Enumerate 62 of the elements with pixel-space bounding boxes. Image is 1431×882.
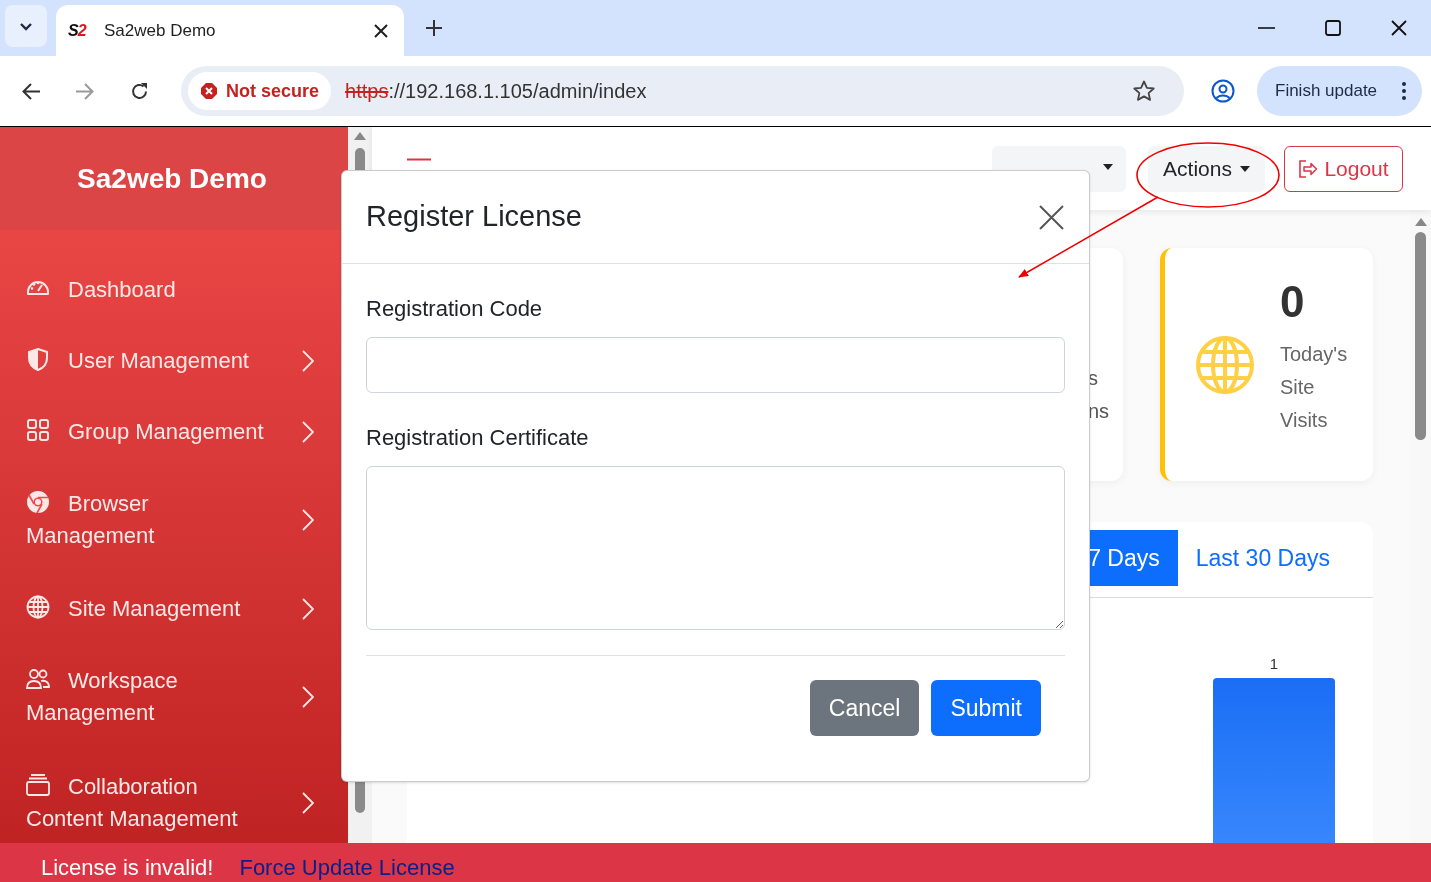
dialog-title: Register License — [366, 199, 582, 235]
caret-icon — [1239, 165, 1250, 172]
close-window-icon[interactable] — [1391, 20, 1407, 36]
scrollbar-thumb[interactable] — [1415, 232, 1426, 440]
grid-icon — [26, 417, 50, 442]
sidebar-link[interactable]: Workspace Management — [26, 665, 266, 729]
chevron-right-icon[interactable] — [302, 349, 314, 372]
brand-title: Sa2web Demo — [77, 161, 267, 196]
logout-button[interactable]: Logout — [1284, 145, 1403, 192]
sidebar-link[interactable]: Site Management — [26, 590, 241, 627]
forward-icon[interactable] — [75, 82, 94, 100]
chevron-right-icon[interactable] — [302, 420, 314, 443]
code-input[interactable] — [366, 337, 1065, 393]
chevron-right-icon[interactable] — [302, 509, 314, 531]
back-icon[interactable] — [22, 82, 41, 100]
url-scheme: https — [345, 79, 389, 104]
url-text: ://192.168.1.105/admin/index — [388, 79, 647, 104]
stat-value: 0 — [1280, 276, 1306, 328]
bar-value: 1 — [1269, 656, 1279, 672]
browser-tab[interactable]: S2 Sa2web Demo — [56, 5, 404, 56]
favicon: S2 — [68, 20, 88, 41]
star-icon[interactable] — [1133, 80, 1155, 102]
chevron-right-icon[interactable] — [302, 597, 314, 620]
sidebar-link[interactable]: User Management — [26, 342, 249, 379]
range-tab[interactable]: Last 30 Days — [1195, 530, 1330, 586]
globe-icon — [26, 594, 50, 619]
chevron-right-icon[interactable] — [302, 686, 314, 708]
scroll-up-icon[interactable] — [354, 132, 366, 140]
security-chip[interactable]: Not secure — [188, 72, 332, 110]
stat-label: Today's Site Visits — [1280, 342, 1349, 433]
actions-dropdown[interactable]: Actions — [1148, 145, 1265, 192]
more-icon[interactable] — [1402, 82, 1406, 100]
caret-icon — [1103, 163, 1113, 170]
maximize-icon[interactable] — [1325, 20, 1341, 36]
field-label: Registration Code — [366, 295, 544, 323]
field-label: Registration Certificate — [366, 424, 590, 452]
globe-icon — [1195, 334, 1255, 395]
cancel-button[interactable]: Cancel — [809, 680, 920, 736]
chevron-down-icon — [19, 21, 33, 31]
chevron-right-icon[interactable] — [302, 792, 314, 814]
people-icon — [26, 667, 50, 691]
sidebar-link[interactable]: Browser Management — [26, 488, 266, 552]
finish-update-button[interactable]: Finish update — [1257, 66, 1422, 116]
license-message: License is invalid! — [41, 854, 214, 882]
address-bar[interactable]: Not secure https://192.168.1.105/admin/index — [181, 66, 1184, 116]
logout-icon — [1298, 159, 1319, 178]
sidebar-link[interactable]: Group Management — [26, 413, 264, 450]
scroll-up-icon[interactable] — [1414, 218, 1427, 226]
close-icon[interactable] — [1039, 204, 1064, 230]
force-update-link[interactable]: Force Update License — [239, 854, 455, 882]
close-icon[interactable] — [374, 23, 388, 38]
sidebar-link[interactable]: Dashboard — [26, 271, 176, 308]
profile-icon[interactable] — [1211, 79, 1235, 103]
aperture-icon — [26, 490, 50, 514]
reload-icon[interactable] — [130, 81, 149, 101]
submit-button[interactable]: Submit — [931, 680, 1041, 736]
new-tab-icon[interactable] — [426, 20, 442, 36]
error-icon — [200, 82, 218, 100]
sidebar-link[interactable]: Collaboration Content Management — [26, 771, 266, 835]
tray-icon — [26, 773, 50, 797]
shield-icon — [26, 346, 50, 371]
tab-title: Sa2web Demo — [104, 19, 217, 42]
